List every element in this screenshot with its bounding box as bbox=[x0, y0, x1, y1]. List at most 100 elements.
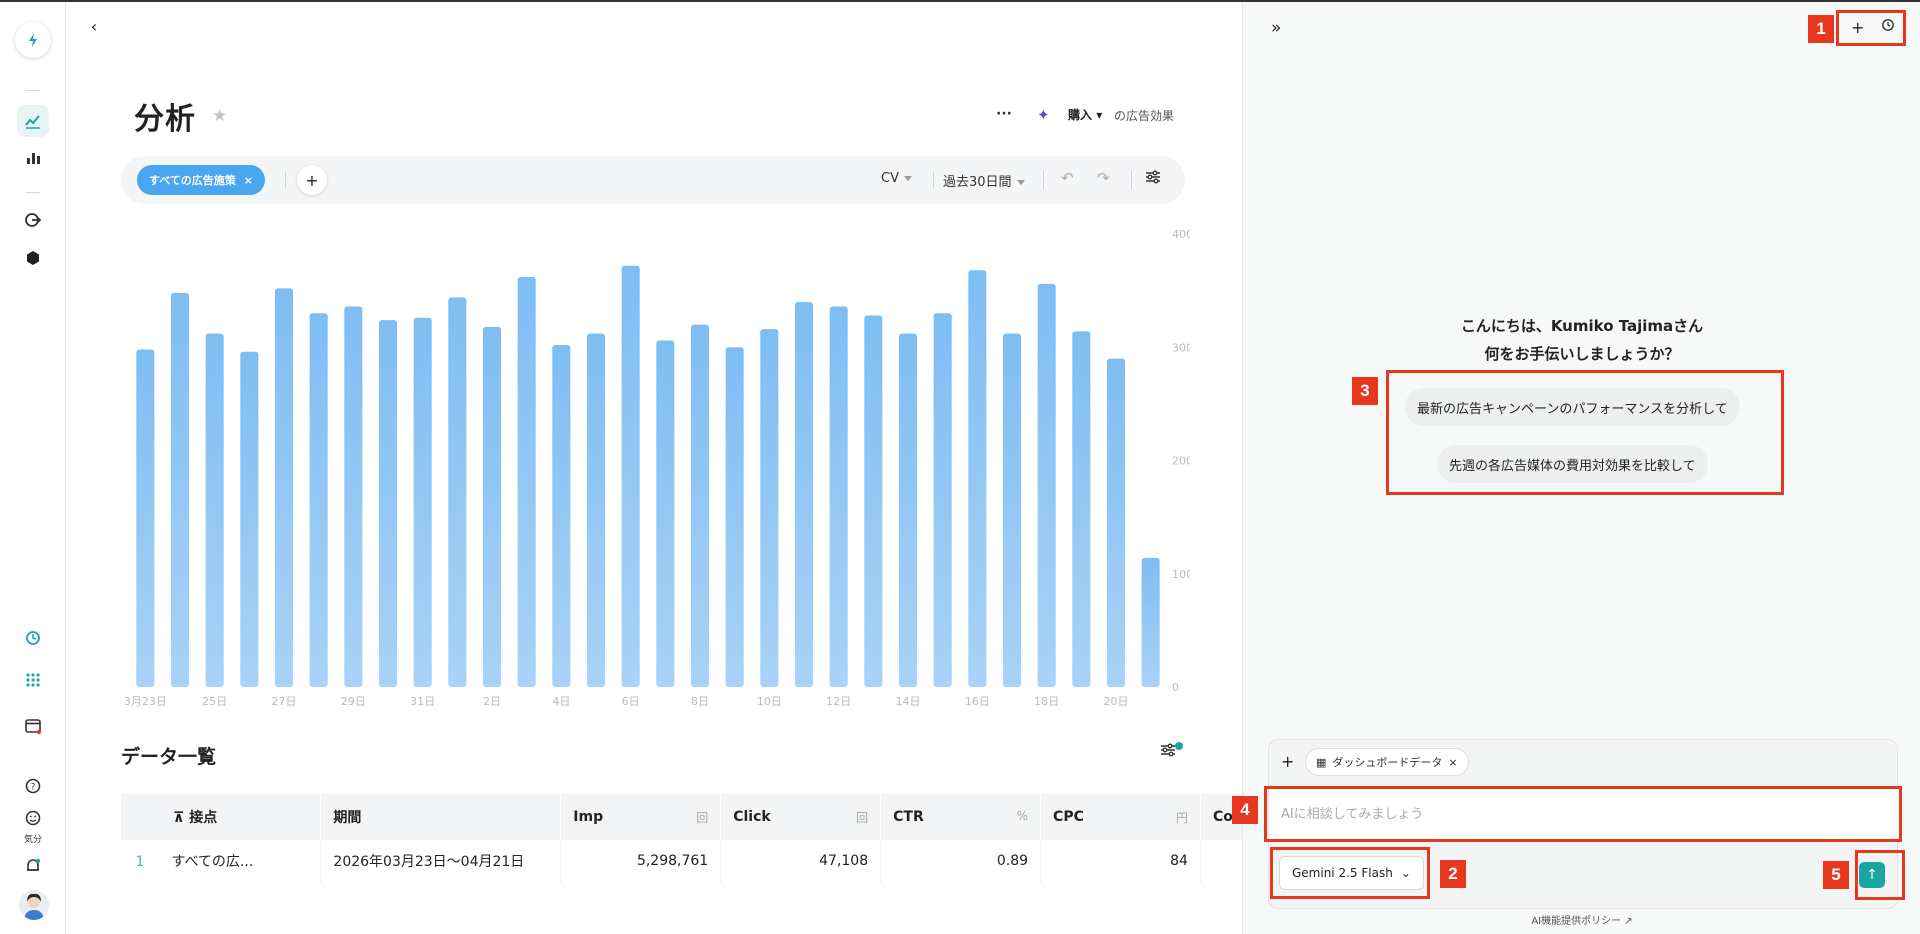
metric-select[interactable]: CV bbox=[881, 171, 912, 186]
chart-bar[interactable] bbox=[517, 277, 536, 687]
ai-icon[interactable] bbox=[17, 242, 49, 274]
x-tick-label: 8日 bbox=[691, 695, 709, 708]
add-context-button[interactable]: + bbox=[1281, 752, 1294, 771]
chart-settings-icon[interactable] bbox=[1145, 169, 1161, 189]
chart-bar[interactable] bbox=[829, 306, 848, 687]
conversion-suffix: の広告効果 bbox=[1114, 109, 1175, 123]
annotation-badge-1: 1 bbox=[1808, 15, 1834, 43]
x-tick-label: 12日 bbox=[826, 695, 851, 708]
notification-bell-icon[interactable] bbox=[17, 850, 49, 882]
column-header-click[interactable]: Click 回 bbox=[720, 794, 882, 840]
table-settings-icon[interactable] bbox=[1160, 742, 1176, 762]
column-header-cpc[interactable]: CPC 円 bbox=[1040, 794, 1201, 840]
more-options-button[interactable]: ··· bbox=[996, 106, 1012, 122]
x-tick-label: 2日 bbox=[483, 695, 501, 708]
chart-bar[interactable] bbox=[968, 270, 987, 687]
table-row[interactable]: 1 すべての広... 2026年03月23日〜04月21日 5,298,761 … bbox=[121, 840, 1242, 882]
ai-policy-link[interactable]: AI機能提供ポリシー ↗ bbox=[1243, 912, 1920, 927]
chip-close-icon[interactable]: × bbox=[1448, 756, 1457, 769]
chart-bar[interactable] bbox=[1002, 333, 1022, 687]
chart-bar[interactable] bbox=[448, 297, 467, 687]
chart-bar[interactable] bbox=[933, 313, 952, 687]
chart-bar[interactable] bbox=[413, 317, 432, 687]
collapse-panel-icon[interactable]: » bbox=[1271, 18, 1281, 38]
favorite-star-icon[interactable]: ★ bbox=[212, 106, 227, 126]
app-window: ? 気分 ‹ 分析 ★ ··· ✦ 購入 ▾ の広告効果 すべての広告施策 × … bbox=[0, 0, 1920, 934]
chart-bar[interactable] bbox=[378, 320, 398, 687]
x-tick-label: 29日 bbox=[341, 695, 366, 708]
chart-bar[interactable] bbox=[136, 349, 155, 687]
chart-bar[interactable] bbox=[482, 326, 502, 687]
pin-icon[interactable]: ⊼ bbox=[173, 810, 189, 826]
help-icon[interactable]: ? bbox=[17, 770, 49, 802]
x-tick-label: 27日 bbox=[272, 695, 297, 708]
x-tick-label: 6日 bbox=[622, 695, 640, 708]
chart-bar[interactable] bbox=[864, 315, 883, 687]
add-filter-button[interactable]: + bbox=[297, 165, 327, 195]
filter-chip-all-campaigns[interactable]: すべての広告施策 × bbox=[137, 165, 266, 195]
chart-bar[interactable] bbox=[656, 340, 675, 687]
annotation-box-4 bbox=[1264, 786, 1902, 842]
chart-bar[interactable] bbox=[1037, 283, 1056, 687]
x-tick-label: 20日 bbox=[1104, 695, 1129, 708]
period-cell: 2026年03月23日〜04月21日 bbox=[320, 840, 562, 882]
x-tick-label: 4日 bbox=[552, 695, 570, 708]
redo-icon[interactable]: ↷ bbox=[1097, 169, 1110, 187]
column-header-period[interactable]: 期間 bbox=[320, 794, 562, 840]
chart-bar[interactable] bbox=[586, 333, 606, 687]
x-tick-label: 16日 bbox=[965, 695, 990, 708]
chart-bar[interactable] bbox=[205, 333, 224, 687]
chart-bar[interactable] bbox=[344, 306, 363, 687]
app-logo-icon[interactable] bbox=[15, 22, 51, 58]
annotation-badge-4: 4 bbox=[1232, 796, 1258, 824]
y-tick-label: 300 bbox=[1172, 341, 1190, 354]
chart-bar[interactable] bbox=[794, 301, 814, 687]
annotation-box-2 bbox=[1270, 847, 1430, 899]
chart-bar[interactable] bbox=[1106, 358, 1126, 687]
chart-bar[interactable] bbox=[274, 288, 294, 687]
chart-bar[interactable] bbox=[621, 265, 640, 687]
touchpoint-cell: 1 すべての広... bbox=[121, 840, 322, 882]
chart-bar[interactable] bbox=[1072, 331, 1091, 687]
exit-icon[interactable] bbox=[17, 204, 49, 236]
annotation-box-3 bbox=[1386, 370, 1784, 495]
chart-bar[interactable] bbox=[690, 324, 710, 687]
apps-grid-icon[interactable] bbox=[17, 664, 49, 696]
chart-bar[interactable] bbox=[309, 313, 328, 687]
chart-bar[interactable] bbox=[170, 292, 190, 687]
cost-cell: 3 bbox=[1200, 840, 1242, 882]
column-header-imp[interactable]: Imp 回 bbox=[560, 794, 722, 840]
user-avatar[interactable] bbox=[19, 890, 49, 920]
assistant-greeting: こんにちは、Kumiko Tajimaさん 何をお手伝いしましょうか？ bbox=[1243, 312, 1920, 368]
conversion-select[interactable]: 購入 ▾ bbox=[1068, 106, 1102, 123]
bar-chart-icon[interactable] bbox=[17, 142, 49, 174]
touchpoint-value: すべての広... bbox=[171, 854, 254, 870]
window-icon[interactable] bbox=[17, 710, 49, 742]
divider bbox=[1131, 171, 1132, 189]
chart-bar[interactable] bbox=[760, 329, 779, 687]
context-chip-dashboard[interactable]: ▦ ダッシュボードデータ × bbox=[1305, 748, 1469, 776]
chart-bar[interactable] bbox=[552, 344, 571, 687]
x-tick-label: 3月23日 bbox=[124, 695, 167, 708]
x-tick-label: 10日 bbox=[757, 695, 782, 708]
svg-text:?: ? bbox=[31, 783, 36, 793]
mood-label: 気分 bbox=[23, 835, 42, 845]
table-icon: ▦ bbox=[1316, 755, 1327, 769]
ctr-cell: 0.89 bbox=[880, 840, 1042, 882]
period-select[interactable]: 過去30日間 bbox=[943, 171, 1025, 190]
back-chevron-icon[interactable]: ‹ bbox=[84, 16, 104, 36]
column-header-touchpoint[interactable]: ⊼ 接点 bbox=[121, 794, 322, 840]
settings-badge bbox=[1175, 742, 1183, 750]
annotation-box-5 bbox=[1855, 850, 1905, 900]
chart-bar[interactable] bbox=[725, 347, 744, 687]
chart-bar[interactable] bbox=[1141, 557, 1160, 687]
column-header-ctr[interactable]: CTR% bbox=[880, 794, 1042, 840]
mood-icon[interactable] bbox=[17, 802, 49, 834]
analytics-icon[interactable] bbox=[17, 105, 49, 137]
undo-icon[interactable]: ↶ bbox=[1061, 169, 1074, 187]
chart-bar[interactable] bbox=[898, 333, 918, 687]
chart-bar[interactable] bbox=[240, 351, 259, 687]
external-link-icon: ↗ bbox=[1624, 916, 1633, 927]
history-icon[interactable] bbox=[17, 622, 49, 654]
chip-close-icon[interactable]: × bbox=[244, 174, 253, 187]
